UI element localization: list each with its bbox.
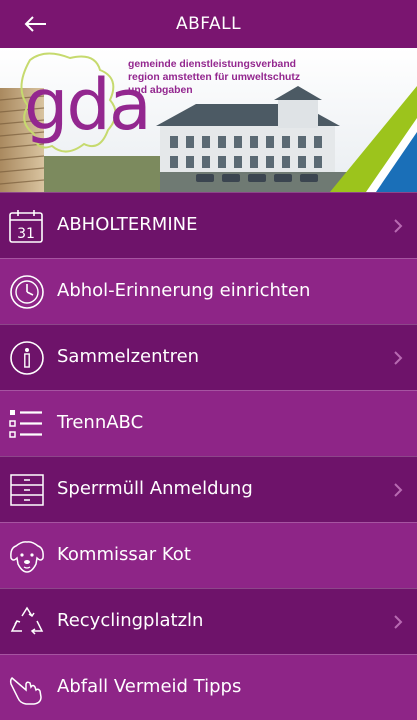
org-name-line-2: region amstetten für umweltschutz	[128, 72, 301, 83]
calendar-icon: 31	[8, 208, 46, 244]
header-banner: gda gemeinde dienstleistungsverband regi…	[0, 48, 417, 192]
menu-item-abfall-vermeid-tipps[interactable]: Abfall Vermeid Tipps	[0, 654, 417, 720]
calendar-day: 31	[17, 226, 35, 242]
org-name-line-3: und abgaben	[128, 85, 193, 96]
top-bar: ABFALL	[0, 0, 417, 48]
menu-item-label: Sammelzentren	[57, 346, 200, 367]
menu-item-label: Recyclingplatzln	[57, 610, 204, 631]
menu-item-kommissar-kot[interactable]: Kommissar Kot	[0, 522, 417, 588]
menu-list: 31 ABHOLTERMINE Abhol-Erinnerung einrich…	[0, 192, 417, 720]
menu-item-sperrmuell-anmeldung[interactable]: Sperrmüll Anmeldung	[0, 456, 417, 522]
menu-item-label: Abfall Vermeid Tipps	[57, 676, 242, 697]
clock-icon	[8, 274, 46, 310]
org-name-line-1: gemeinde dienstleistungsverband	[128, 59, 297, 70]
menu-item-recyclingplatzln[interactable]: Recyclingplatzln	[0, 588, 417, 654]
page-title: ABFALL	[175, 14, 242, 34]
menu-item-sammelzentren[interactable]: Sammelzentren	[0, 324, 417, 390]
menu-item-label: Sperrmüll Anmeldung	[57, 478, 253, 499]
menu-item-trennabc[interactable]: TrennABC	[0, 390, 417, 456]
recycle-icon	[8, 604, 46, 640]
arrow-left-icon[interactable]	[22, 10, 50, 38]
menu-item-label: Kommissar Kot	[57, 544, 191, 565]
chevron-right-icon	[393, 350, 403, 366]
chevron-right-icon	[393, 482, 403, 498]
drawers-icon	[8, 472, 46, 508]
menu-item-label: Abhol-Erinnerung einrichten	[57, 280, 311, 301]
menu-item-abhol-erinnerung[interactable]: Abhol-Erinnerung einrichten	[0, 258, 417, 324]
menu-item-label: ABHOLTERMINE	[57, 214, 198, 235]
chevron-right-icon	[393, 614, 403, 630]
list-icon	[8, 406, 46, 442]
hand-pointer-icon	[8, 670, 46, 706]
chevron-right-icon	[393, 218, 403, 234]
menu-item-label: TrennABC	[57, 412, 144, 433]
info-icon	[8, 340, 46, 376]
menu-item-abholtermine[interactable]: 31 ABHOLTERMINE	[0, 192, 417, 258]
dog-icon	[8, 538, 46, 574]
